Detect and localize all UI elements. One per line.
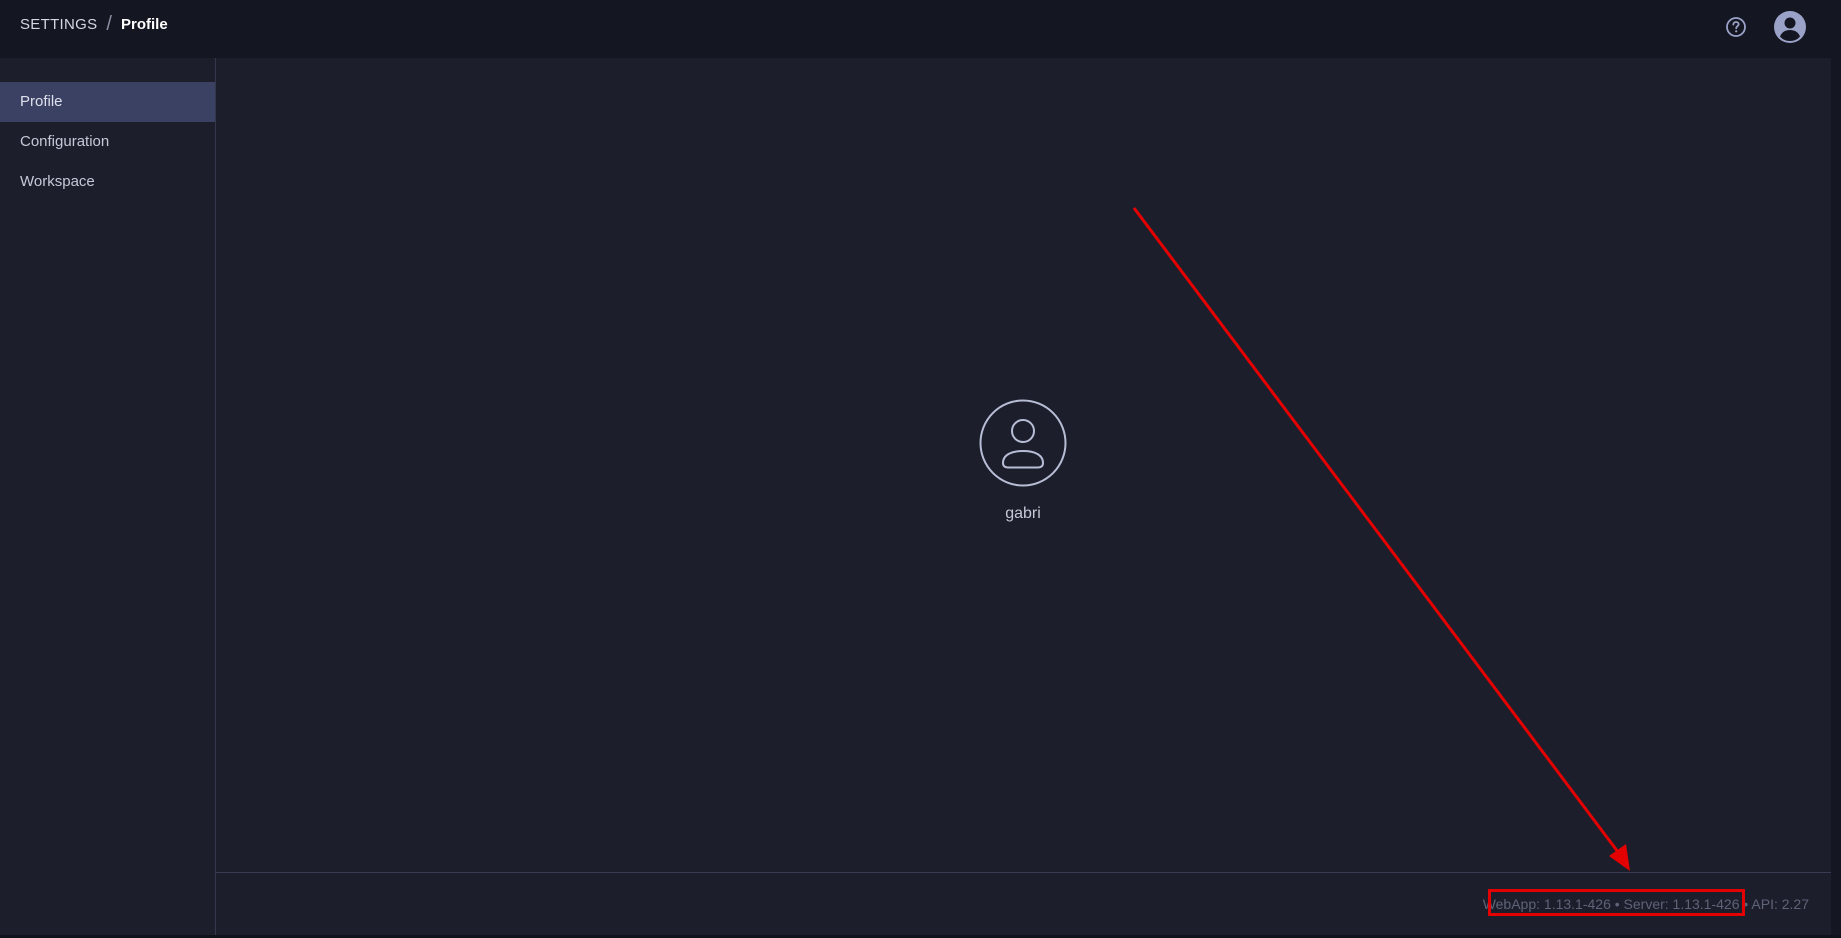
top-header: SETTINGS / Profile bbox=[0, 0, 1841, 58]
sidebar-item-label: Configuration bbox=[20, 133, 110, 150]
settings-app: SETTINGS / Profile Profile Configuration bbox=[0, 0, 1841, 938]
breadcrumb-current: Profile bbox=[120, 16, 168, 33]
sidebar-item-configuration[interactable]: Configuration bbox=[0, 122, 215, 162]
account-circle-icon bbox=[1774, 11, 1806, 43]
sidebar-item-label: Workspace bbox=[20, 173, 95, 190]
breadcrumb-separator: / bbox=[106, 13, 112, 35]
user-menu-button[interactable] bbox=[1773, 10, 1807, 44]
profile-username: gabri bbox=[1005, 505, 1041, 522]
user-outline-icon bbox=[979, 399, 1067, 487]
profile-panel: gabri bbox=[216, 58, 1831, 872]
profile-avatar bbox=[979, 399, 1067, 487]
settings-sidebar: Profile Configuration Workspace bbox=[0, 58, 216, 938]
annotation-highlight-box bbox=[1488, 889, 1745, 916]
help-button[interactable] bbox=[1725, 16, 1747, 38]
breadcrumb: SETTINGS / Profile bbox=[20, 13, 168, 35]
sidebar-item-profile[interactable]: Profile bbox=[0, 82, 215, 122]
help-circle-icon bbox=[1726, 17, 1746, 37]
window-edge bbox=[1831, 0, 1841, 938]
sidebar-item-label: Profile bbox=[20, 93, 63, 110]
sidebar-item-workspace[interactable]: Workspace bbox=[0, 162, 215, 202]
breadcrumb-settings[interactable]: SETTINGS bbox=[20, 16, 97, 33]
